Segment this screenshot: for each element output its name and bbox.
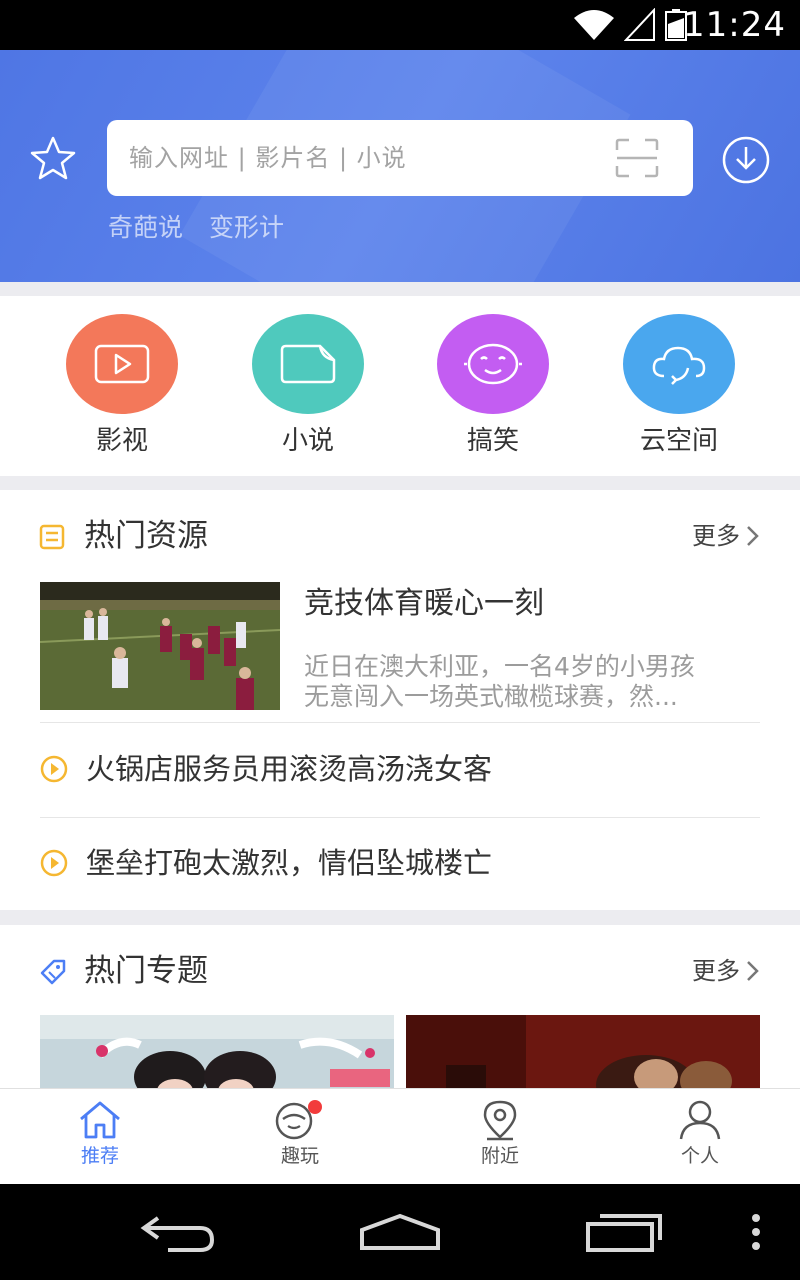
header: 输入网址 | 影片名 | 小说 奇葩说 变形计 — [0, 50, 800, 282]
recent-apps-icon[interactable] — [584, 1208, 666, 1256]
more-link[interactable]: 更多 — [692, 518, 760, 554]
notification-badge — [308, 1100, 322, 1114]
smiley-icon — [437, 314, 549, 414]
home-button-icon[interactable] — [358, 1208, 442, 1256]
featured-resource[interactable]: 竞技体育暖心一刻 近日在澳大利亚，一名4岁的小男孩 无意闯入一场英式橄榄球赛，然… — [40, 582, 760, 712]
list-item-title: 堡垒打砲太激烈，情侣坠城楼亡 — [86, 846, 493, 880]
play-icon — [40, 849, 68, 877]
tag-icon — [40, 959, 66, 985]
category-funny[interactable]: 搞笑 — [433, 314, 553, 458]
download-icon[interactable] — [720, 134, 772, 186]
list-item-title: 火锅店服务员用滚烫高汤浇女客 — [86, 752, 493, 786]
fun-icon — [275, 1100, 322, 1140]
featured-description: 近日在澳大利亚，一名4岁的小男孩 无意闯入一场英式橄榄球赛，然... — [304, 652, 760, 712]
list-icon — [39, 524, 65, 550]
bottom-nav: 推荐 趣玩 附近 个人 — [0, 1088, 800, 1184]
nav-label: 推荐 — [80, 1145, 119, 1167]
more-link[interactable]: 更多 — [692, 953, 760, 989]
hot-word[interactable]: 变形计 — [209, 210, 284, 246]
topic-thumbnail[interactable] — [40, 1015, 394, 1090]
section-header: 热门资源 更多 — [0, 490, 800, 582]
nav-label: 附近 — [480, 1145, 519, 1167]
featured-description-line: 无意闯入一场英式橄榄球赛，然... — [304, 682, 678, 711]
more-label: 更多 — [692, 957, 740, 985]
cloud-icon — [623, 314, 735, 414]
search-input[interactable]: 输入网址 | 影片名 | 小说 — [107, 120, 693, 196]
category-cloud[interactable]: 云空间 — [619, 314, 739, 458]
signal-icon — [624, 8, 655, 41]
chevron-right-icon — [747, 526, 759, 546]
search-placeholder: 输入网址 | 影片名 | 小说 — [129, 144, 407, 172]
divider — [40, 722, 760, 723]
category-label: 搞笑 — [466, 426, 519, 456]
clock: 11:24 — [683, 5, 786, 45]
divider — [40, 817, 760, 818]
more-label: 更多 — [692, 522, 740, 550]
nav-item-personal[interactable]: 个人 — [640, 1099, 760, 1169]
category-grid: 影视 小说 搞笑 云空间 — [0, 296, 800, 476]
nav-label: 个人 — [680, 1145, 719, 1167]
hot-word[interactable]: 奇葩说 — [108, 210, 183, 246]
list-item[interactable]: 堡垒打砲太激烈，情侣坠城楼亡 — [40, 834, 760, 894]
person-icon — [679, 1100, 721, 1140]
category-label: 小说 — [281, 426, 334, 456]
featured-description-line: 近日在澳大利亚，一名4岁的小男孩 — [304, 652, 695, 681]
section-header: 热门专题 更多 — [0, 925, 800, 1017]
list-item[interactable]: 火锅店服务员用滚烫高汤浇女客 — [40, 740, 760, 800]
star-icon[interactable] — [28, 134, 78, 184]
featured-thumbnail — [40, 582, 280, 710]
back-icon[interactable] — [138, 1208, 218, 1256]
category-novel[interactable]: 小说 — [248, 314, 368, 458]
section-title: 热门资源 — [84, 518, 208, 554]
nav-label: 趣玩 — [280, 1145, 319, 1167]
nav-item-recommend[interactable]: 推荐 — [40, 1099, 160, 1169]
hot-topics-card: 热门专题 更多 — [0, 925, 800, 1090]
home-icon — [80, 1101, 120, 1139]
play-icon — [40, 755, 68, 783]
book-icon — [252, 314, 364, 414]
video-icon — [66, 314, 178, 414]
location-icon — [483, 1100, 517, 1141]
category-label: 云空间 — [639, 426, 718, 456]
hot-search-words: 奇葩说 变形计 — [108, 210, 284, 246]
wifi-icon — [574, 10, 614, 40]
chevron-right-icon — [747, 961, 759, 981]
hot-resources-card: 热门资源 更多 竞技体育暖心一刻 近日在澳大利亚，一名4岁的小男孩 无意闯入一场… — [0, 490, 800, 910]
status-bar: 11:24 — [0, 0, 800, 50]
category-video[interactable]: 影视 — [62, 314, 182, 458]
topic-thumbnail[interactable] — [406, 1015, 760, 1090]
menu-icon[interactable] — [748, 1208, 764, 1256]
category-label: 影视 — [95, 426, 148, 456]
nav-item-fun[interactable]: 趣玩 — [240, 1099, 360, 1169]
nav-item-nearby[interactable]: 附近 — [440, 1099, 560, 1169]
featured-title: 竞技体育暖心一刻 — [304, 586, 544, 621]
section-title: 热门专题 — [84, 953, 208, 989]
status-icons — [572, 8, 688, 42]
system-nav-bar — [0, 1184, 800, 1280]
scan-icon[interactable] — [615, 138, 659, 178]
